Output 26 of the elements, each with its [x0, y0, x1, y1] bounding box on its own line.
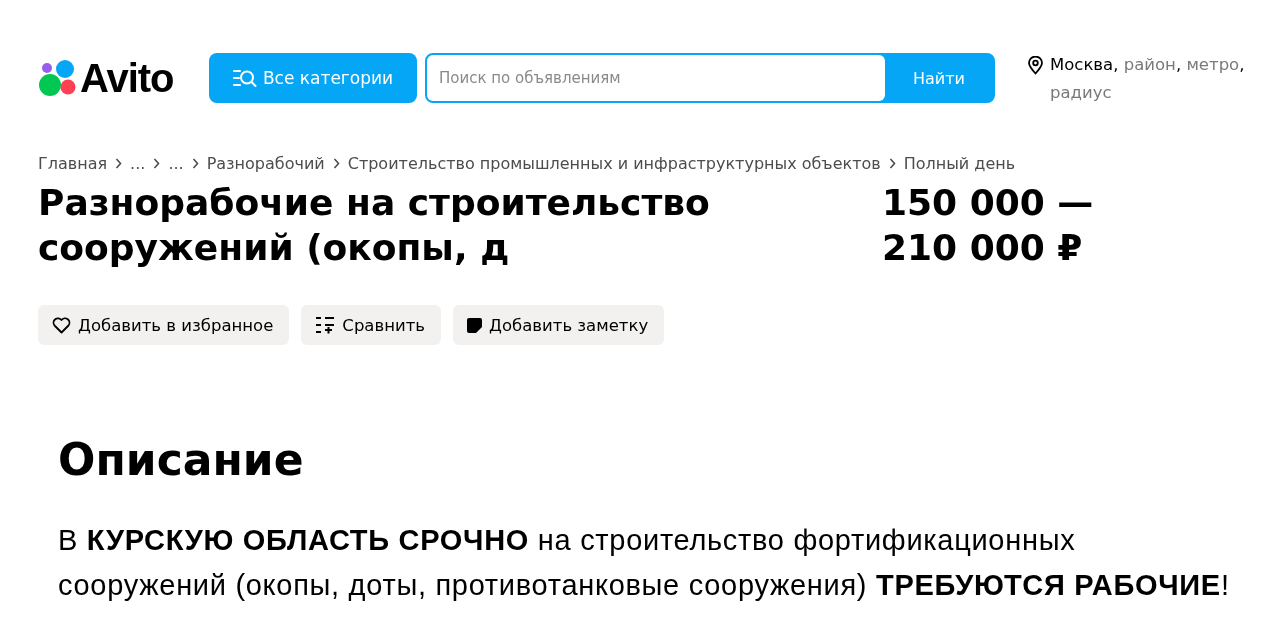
breadcrumb-link[interactable]: ...	[168, 153, 184, 173]
add-note-button[interactable]: Добавить заметку	[453, 305, 665, 345]
search-list-icon	[232, 69, 257, 87]
heart-icon	[52, 316, 71, 334]
listing-title: Разнорабочие на строительство сооружений (окопы, д	[38, 181, 711, 270]
breadcrumb-link[interactable]: ...	[130, 153, 146, 173]
logo-dots-icon	[38, 59, 78, 97]
breadcrumb-link[interactable]: Главная	[38, 153, 108, 173]
chevron-right-icon	[153, 157, 161, 169]
description-heading: Описание	[58, 433, 304, 487]
breadcrumb-link[interactable]: Полный день	[903, 153, 1016, 173]
chevron-right-icon	[332, 157, 340, 169]
compare-button[interactable]: Сравнить	[301, 305, 442, 345]
logo-wordmark[interactable]: Avito	[80, 55, 174, 101]
description-text: В КУРСКУЮ ОБЛАСТЬ СРОЧНО на строительство фортификационных сооружений (окопы, доты, противотанковые сооружения) ТРЕБУЮТСЯ РАБОЧИЕ!	[58, 523, 1230, 603]
favorite-button[interactable]: Добавить в избранное	[38, 305, 290, 345]
compare-list-icon	[315, 316, 336, 334]
location-link[interactable]: Москва, район, метро, радиус	[1050, 51, 1255, 107]
breadcrumb-link[interactable]: Разнорабочий	[206, 153, 325, 173]
salary-range: 150 000 — 210 000 ₽	[882, 181, 1095, 270]
chevron-right-icon	[888, 157, 896, 169]
sticky-note-icon	[467, 317, 483, 333]
chevron-right-icon	[191, 157, 199, 169]
breadcrumb-link[interactable]: Строительство промышленных и инфраструктурных объектов	[347, 153, 881, 173]
chevron-right-icon	[115, 157, 123, 169]
location-pin-icon	[1028, 56, 1043, 75]
